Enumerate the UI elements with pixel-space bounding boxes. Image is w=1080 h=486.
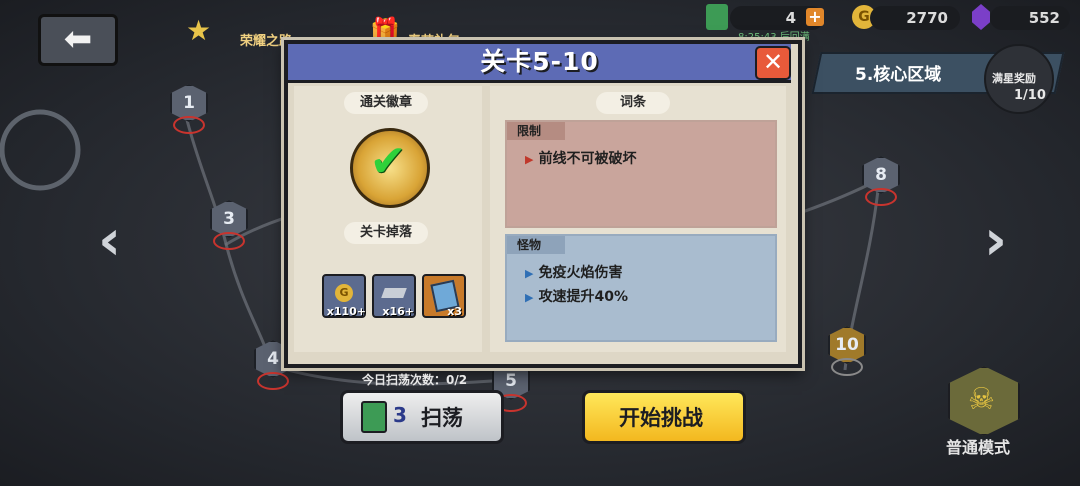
stage-node-4[interactable]: 4: [254, 340, 292, 390]
gold-coin-icon: G: [335, 284, 353, 302]
drops-title: 关卡掉落: [344, 222, 428, 244]
start-challenge-button[interactable]: 开始挑战: [582, 390, 746, 444]
restriction-line: ▶ 前线不可被破坏: [525, 148, 637, 168]
reward-progress: 1/10: [1014, 88, 1046, 103]
reward-label: 满星奖励: [992, 72, 1036, 85]
restriction-box: 限制 ▶ 前线不可被破坏: [505, 120, 777, 228]
next-zone-arrow[interactable]: ›: [984, 208, 1007, 273]
clear-badge-title: 通关徽章: [344, 92, 428, 114]
back-button[interactable]: ⬅: [38, 14, 118, 66]
stage-node-8[interactable]: 8: [862, 156, 900, 206]
gem-counter: 552: [990, 6, 1070, 30]
skull-glyph: ☠: [968, 382, 995, 417]
sweep-cost: 3: [393, 403, 407, 427]
energy-can-icon: [706, 4, 728, 30]
close-icon: ✕: [762, 48, 784, 76]
stage-node-1[interactable]: 1: [170, 84, 208, 134]
drop-count: x110+: [326, 305, 366, 318]
back-arrow-icon: ⬅: [63, 19, 93, 59]
stage-node-ring: [865, 188, 897, 206]
stage-node-3[interactable]: 3: [210, 200, 248, 250]
full-star-reward-button[interactable]: 满星奖励: [984, 44, 1054, 114]
energy-value: 4: [785, 9, 796, 27]
iron-ingot-icon: [381, 288, 407, 298]
stage-node-ring: [257, 372, 289, 390]
triangle-bullet-icon: ▶: [525, 153, 534, 166]
gold-value: 2770: [906, 9, 948, 27]
star-icon: ★: [186, 14, 212, 47]
drop-count: x16+: [382, 305, 414, 318]
monster-tag: 怪物: [507, 236, 565, 254]
sweep-count-label: 今日扫荡次数：0/2: [362, 373, 468, 387]
sweep-label: 扫荡: [421, 406, 463, 430]
energy-can-icon: [361, 401, 387, 433]
drop-item-chip[interactable]: x3: [422, 274, 466, 318]
prev-zone-arrow[interactable]: ‹: [98, 208, 121, 273]
gold-counter: 2770: [870, 6, 960, 30]
stage-node-10[interactable]: 10: [828, 326, 866, 376]
monster-text: 免疫火焰伤害: [538, 265, 623, 281]
mode-label: 普通模式: [946, 438, 1011, 457]
monster-line: ▶ 攻速提升40%: [525, 286, 628, 306]
gem-value: 552: [1028, 9, 1060, 27]
stage-node-ring: [831, 358, 863, 376]
start-label: 开始挑战: [619, 406, 703, 430]
add-energy-button[interactable]: +: [806, 8, 824, 26]
zone-name: 5.核心区域: [855, 65, 942, 85]
check-icon: ✔: [369, 136, 407, 187]
drop-item-gold[interactable]: G x110+: [322, 274, 366, 318]
sweep-button[interactable]: 3 扫荡: [340, 390, 504, 444]
triangle-bullet-icon: ▶: [525, 291, 534, 304]
dialog-title: 关卡5-10: [480, 47, 599, 76]
restriction-tag: 限制: [507, 122, 565, 140]
monster-line: ▶ 免疫火焰伤害: [525, 262, 623, 282]
drop-item-iron[interactable]: x16+: [372, 274, 416, 318]
monster-box: 怪物 ▶ 免疫火焰伤害 ▶ 攻速提升40%: [505, 234, 777, 342]
stage-node-ring: [213, 232, 245, 250]
skull-icon: ☠: [948, 366, 1020, 436]
drop-count: x3: [447, 305, 462, 318]
triangle-bullet-icon: ▶: [525, 267, 534, 280]
close-button[interactable]: ✕: [755, 46, 791, 80]
terms-title: 词条: [596, 92, 670, 114]
monster-text: 攻速提升40%: [538, 289, 629, 305]
stage-node-ring: [173, 116, 205, 134]
restriction-text: 前线不可被破坏: [538, 151, 637, 167]
